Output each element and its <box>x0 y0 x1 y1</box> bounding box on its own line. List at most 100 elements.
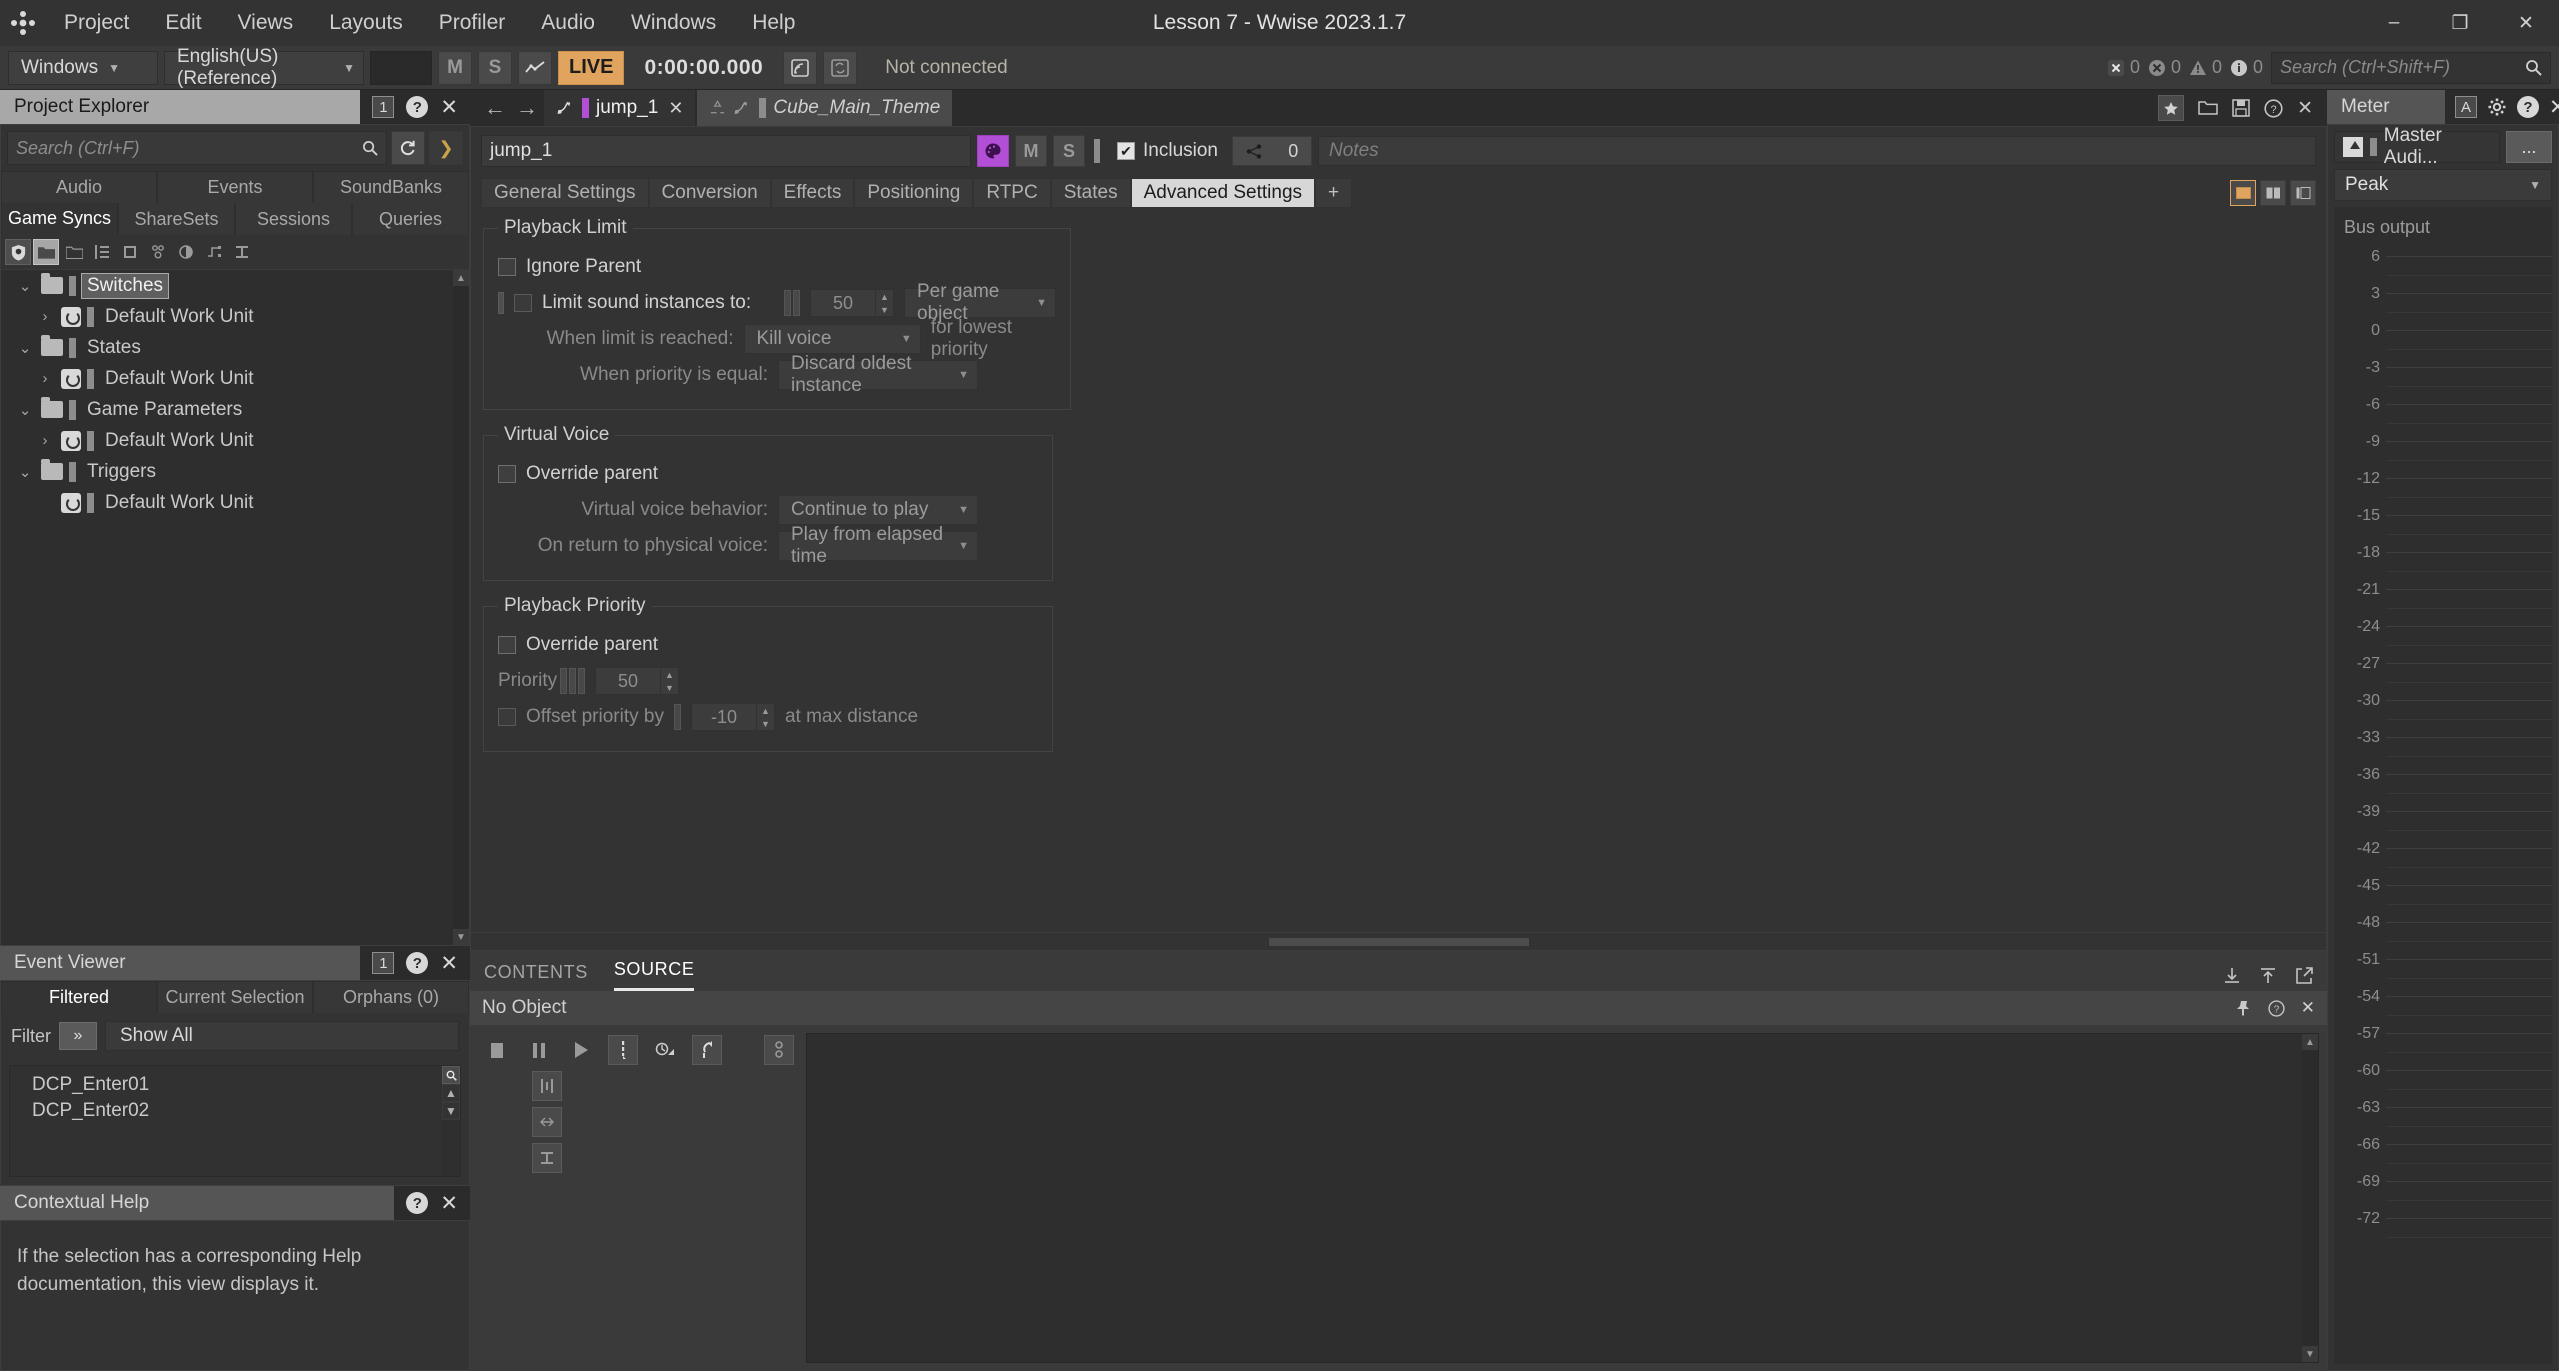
switch-container-icon[interactable] <box>201 239 227 265</box>
tab-sessions[interactable]: Sessions <box>235 203 352 235</box>
blend-container-icon[interactable] <box>173 239 199 265</box>
horizontal-splitter[interactable] <box>471 932 2326 950</box>
on-return-physical-voice-dropdown[interactable]: Play from elapsed time ▼ <box>778 524 978 567</box>
live-mode-button[interactable]: LIVE <box>558 50 625 85</box>
tab-soundbanks[interactable]: SoundBanks <box>313 171 469 203</box>
menu-windows[interactable]: Windows <box>613 5 734 41</box>
project-explorer-search-input[interactable]: Search (Ctrl+F) <box>7 131 387 165</box>
tab-audio[interactable]: Audio <box>1 171 157 203</box>
meter-mode-badge[interactable]: A <box>2455 96 2477 118</box>
tab-game-syncs[interactable]: Game Syncs <box>1 203 118 235</box>
refresh-icon[interactable] <box>391 131 425 165</box>
tab-sharesets[interactable]: ShareSets <box>118 203 235 235</box>
pin-icon[interactable] <box>2235 1000 2252 1017</box>
project-explorer-tree[interactable]: ⌄ Switches › Default Work Unit ⌄ States › Defau… <box>1 269 469 945</box>
meter-title[interactable]: Meter <box>2327 90 2445 124</box>
chevron-down-icon[interactable]: ⌄ <box>15 401 35 419</box>
gear-icon[interactable] <box>2487 97 2507 117</box>
contextual-help-title[interactable]: Contextual Help <box>0 1186 395 1220</box>
vv-override-parent-checkbox[interactable] <box>498 465 516 483</box>
help-icon[interactable]: ? <box>2268 999 2285 1017</box>
favorite-icon[interactable] <box>2158 95 2185 121</box>
error-count[interactable]: 0 <box>2107 57 2144 78</box>
event-viewer-title[interactable]: Event Viewer <box>0 946 361 980</box>
notes-input[interactable]: Notes <box>1318 136 2316 166</box>
zoom-icon[interactable] <box>532 1143 562 1173</box>
sync-icon[interactable] <box>823 50 858 85</box>
reverse-icon[interactable] <box>692 1035 722 1065</box>
multi-pane-view-icon[interactable] <box>2290 180 2316 206</box>
close-icon[interactable]: ✕ <box>440 97 458 118</box>
stop-icon[interactable] <box>482 1035 512 1065</box>
tree-item[interactable]: ⌄ Game Parameters <box>1 394 469 425</box>
tab-positioning[interactable]: Positioning <box>854 178 974 208</box>
tree-scrollbar[interactable]: ▲ ▼ <box>453 270 469 945</box>
offset-priority-stepper[interactable]: -10 ▲ ▼ <box>690 703 775 731</box>
limit-instances-checkbox[interactable] <box>514 294 532 312</box>
list-search-icon[interactable] <box>442 1066 460 1084</box>
object-solo-button[interactable]: S <box>1053 135 1085 167</box>
link-icon[interactable] <box>764 1035 794 1065</box>
inclusion-checkbox[interactable]: ✔ <box>1117 142 1135 160</box>
offset-priority-checkbox[interactable] <box>498 708 516 726</box>
global-solo-button[interactable]: S <box>478 50 512 85</box>
tab-advanced-settings[interactable]: Advanced Settings <box>1130 178 1316 208</box>
tree-item[interactable]: › Default Work Unit <box>1 301 469 332</box>
stepper-arrows[interactable]: ▲ ▼ <box>661 667 679 695</box>
random-container-icon[interactable] <box>145 239 171 265</box>
language-selector[interactable]: English(US) (Reference) ▼ <box>164 46 364 89</box>
loop-range-icon[interactable] <box>650 1035 680 1065</box>
when-priority-equal-dropdown[interactable]: Discard oldest instance ▼ <box>778 353 978 396</box>
priority-slider[interactable] <box>560 668 585 694</box>
search-icon[interactable] <box>2525 59 2542 76</box>
help-icon[interactable]: ? <box>406 96 429 118</box>
profiler-graph-icon[interactable] <box>518 50 552 85</box>
chevron-down-icon[interactable]: ⌄ <box>15 277 35 295</box>
help-icon[interactable]: ? <box>406 952 429 974</box>
close-icon[interactable]: ✕ <box>440 1193 458 1214</box>
maximize-button[interactable]: ❐ <box>2427 0 2493 46</box>
open-folder-icon[interactable] <box>2198 100 2218 116</box>
open-folder-icon[interactable] <box>61 239 87 265</box>
tab-effects[interactable]: Effects <box>770 178 855 208</box>
info-count[interactable]: 0 <box>2230 57 2267 78</box>
chevron-down-icon[interactable]: ⌄ <box>15 463 35 481</box>
tab-states[interactable]: States <box>1050 178 1131 208</box>
help-icon[interactable]: ? <box>406 1192 429 1214</box>
priority-stepper[interactable]: 50 ▲ ▼ <box>595 667 679 695</box>
close-icon[interactable]: ✕ <box>2297 97 2313 120</box>
chevron-right-icon[interactable]: › <box>35 432 55 449</box>
help-icon[interactable]: ? <box>2517 96 2539 118</box>
new-work-unit-icon[interactable] <box>5 239 31 265</box>
menu-audio[interactable]: Audio <box>523 5 613 41</box>
tree-item[interactable]: Default Work Unit <box>1 487 469 518</box>
event-list-scroll-controls[interactable]: ▲ ▼ <box>442 1066 460 1176</box>
cursor-icon[interactable] <box>608 1035 638 1065</box>
menu-edit[interactable]: Edit <box>147 5 219 41</box>
remote-connect-icon[interactable] <box>783 50 818 85</box>
event-viewer-badge[interactable]: 1 <box>372 952 395 974</box>
filter-value-field[interactable]: Show All <box>105 1021 459 1051</box>
global-search-input[interactable]: Search (Ctrl+Shift+F) <box>2271 51 2551 84</box>
rtpc-handle[interactable] <box>498 292 504 314</box>
save-icon[interactable] <box>2232 99 2250 117</box>
layout-selector[interactable]: Windows ▼ <box>8 50 158 85</box>
tab-contents[interactable]: CONTENTS <box>484 962 588 991</box>
stepper-arrows[interactable]: ▲ ▼ <box>876 289 894 317</box>
tree-item[interactable]: ⌄ Triggers <box>1 456 469 487</box>
offset-priority-slider[interactable] <box>673 704 681 730</box>
expand-search-icon[interactable]: ❯ <box>429 131 463 165</box>
limit-instances-slider[interactable] <box>784 290 800 316</box>
tab-source[interactable]: SOURCE <box>613 959 695 991</box>
inclusion-checkbox-row[interactable]: ✔ Inclusion <box>1109 140 1226 162</box>
pause-icon[interactable] <box>524 1035 554 1065</box>
tab-queries[interactable]: Queries <box>352 203 469 235</box>
menu-layouts[interactable]: Layouts <box>311 5 421 41</box>
filter-expand-button[interactable]: » <box>59 1022 97 1050</box>
new-folder-icon[interactable] <box>33 239 59 265</box>
splitter-grip[interactable] <box>1268 937 1529 946</box>
list-view-icon[interactable] <box>89 239 115 265</box>
menu-project[interactable]: Project <box>46 5 147 41</box>
virtual-voice-behavior-dropdown[interactable]: Continue to play ▼ <box>778 495 978 525</box>
import-icon[interactable] <box>2223 967 2241 985</box>
